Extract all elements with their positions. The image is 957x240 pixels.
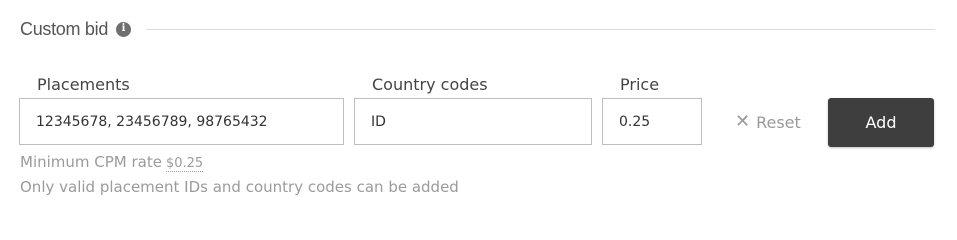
section-title: Custom bid (20, 18, 109, 39)
reset-button[interactable]: ✕ Reset (735, 108, 801, 136)
country-codes-input-value: ID (371, 113, 386, 130)
validity-note: Only valid placement IDs and country cod… (20, 178, 459, 196)
info-icon[interactable]: i (116, 21, 132, 37)
price-label: Price (620, 75, 660, 94)
min-cpm-label: Minimum CPM rate (20, 153, 162, 171)
price-input-value: 0.25 (619, 113, 651, 130)
close-icon: ✕ (735, 111, 751, 132)
section-divider (146, 29, 935, 30)
add-button-label: Add (865, 113, 897, 132)
price-input[interactable]: 0.25 (602, 98, 702, 145)
section-header: Custom bid i (20, 16, 935, 42)
reset-button-label: Reset (756, 112, 801, 132)
min-cpm-value[interactable]: $0.25 (165, 156, 204, 172)
placements-input-value: 12345678, 23456789, 98765432 (36, 113, 268, 130)
country-codes-label: Country codes (372, 75, 488, 94)
custom-bid-panel: Custom bid i Placements Country codes Pr… (0, 0, 957, 222)
placements-input[interactable]: 12345678, 23456789, 98765432 (19, 98, 344, 145)
add-button[interactable]: Add (828, 98, 934, 147)
country-codes-input[interactable]: ID (354, 98, 592, 145)
min-cpm-hint: Minimum CPM rate $0.25 (20, 153, 204, 172)
placements-label: Placements (37, 75, 130, 94)
